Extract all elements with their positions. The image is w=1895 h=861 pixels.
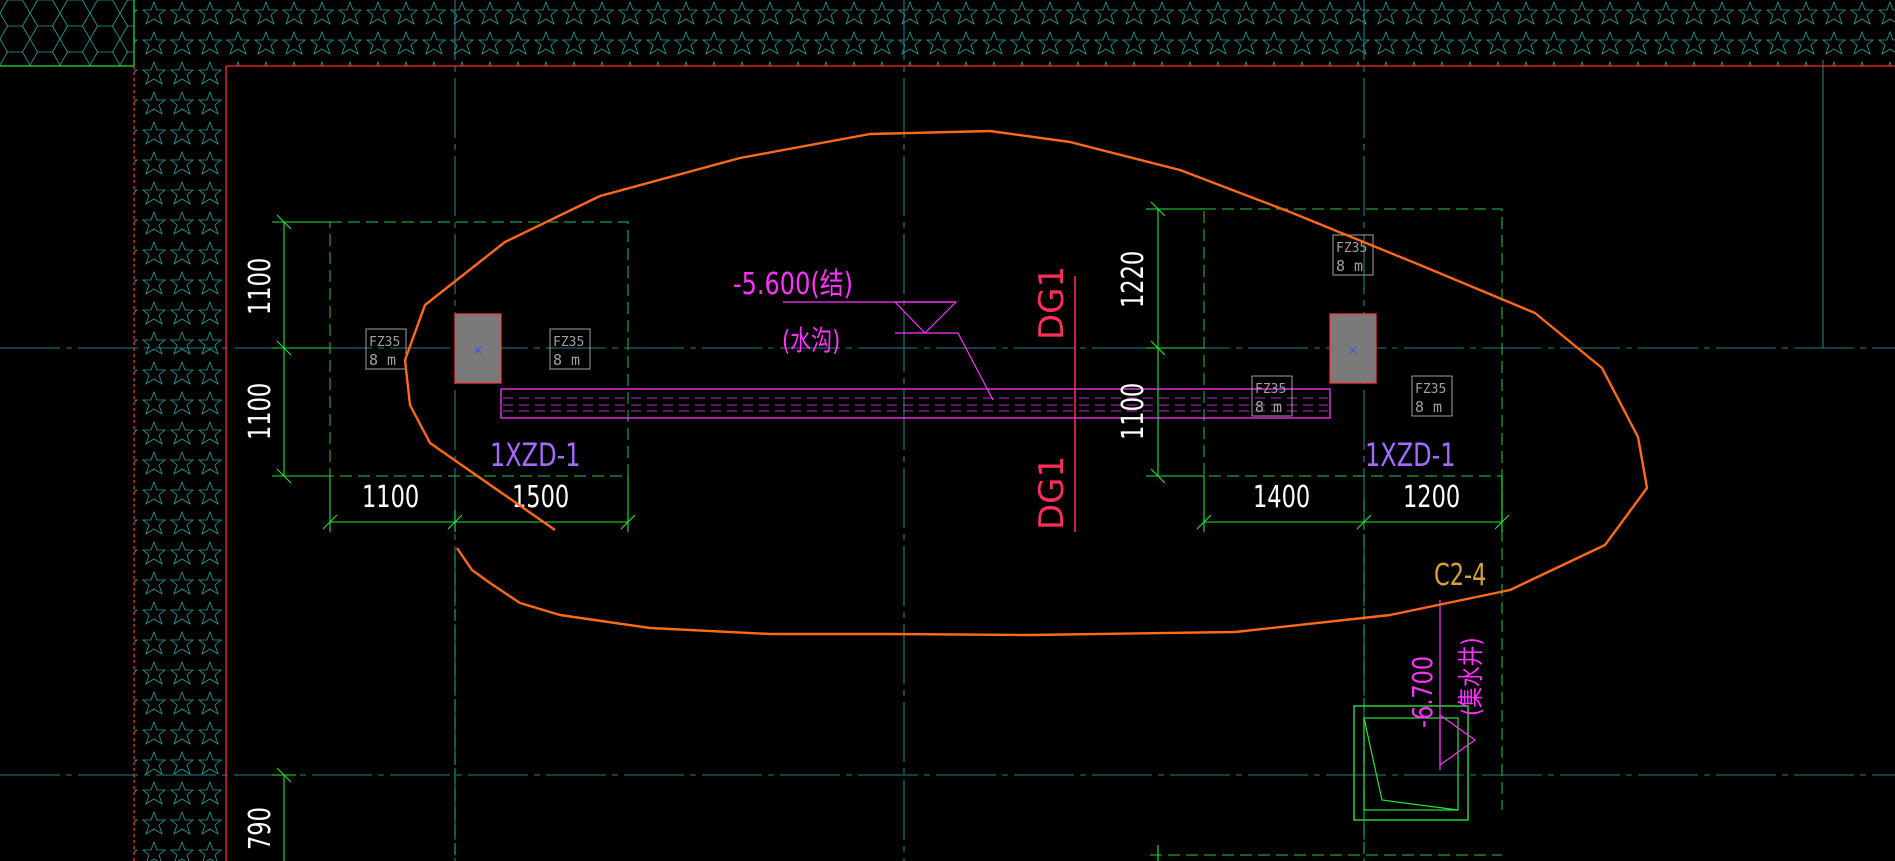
right-dim-top: 1220 <box>1116 251 1151 308</box>
right-dim-left: 1400 <box>1253 480 1310 515</box>
sump-inner <box>1363 717 1459 811</box>
tag-main: FZ35 <box>553 335 584 350</box>
left-dim-bottom: 1100 <box>243 383 278 440</box>
tag-main: FZ35 <box>1336 241 1367 256</box>
lower-dimension <box>272 767 1159 861</box>
lower-outlines <box>454 476 1503 861</box>
sump-slope <box>1363 717 1459 811</box>
tag-sub: 8 m <box>1336 257 1363 275</box>
left-dim-right: 1500 <box>512 480 569 515</box>
left-dimensions <box>272 214 636 532</box>
tag-sub: 8 m <box>1415 398 1442 416</box>
right-dim-bottom: 1100 <box>1116 383 1151 440</box>
tag-sub: 8 m <box>553 351 580 369</box>
star-hatch-left <box>134 66 226 861</box>
cad-drawing-canvas[interactable]: × × -5.600(结) (水沟) DG1 DG1 1100 1100 110… <box>0 0 1895 861</box>
trench-body[interactable] <box>500 388 1331 419</box>
left-dim-left: 1100 <box>362 480 419 515</box>
tag-fz35[interactable]: FZ35 8 m <box>1411 375 1453 417</box>
tag-fz35[interactable]: FZ35 8 m <box>365 328 407 370</box>
tag-main: FZ35 <box>1255 382 1286 397</box>
hex-hatch-corner <box>0 0 134 66</box>
tag-sub: 8 m <box>1255 398 1282 416</box>
sump-label: (集水井) <box>1456 637 1487 716</box>
elevation-marker[interactable]: -5.600(结) (水沟) <box>733 267 994 401</box>
trench-label: (水沟) <box>782 324 840 357</box>
tag-fz35[interactable]: FZ35 8 m <box>1251 375 1293 417</box>
right-column-center-mark: × <box>1348 343 1358 357</box>
elevation-label: -5.600(结) <box>733 267 853 301</box>
tag-fz35[interactable]: FZ35 8 m <box>549 328 591 370</box>
tag-sub: 8 m <box>369 351 396 369</box>
elevation-leader <box>957 332 994 401</box>
pit-label: C2-4 <box>1434 558 1486 593</box>
sump-pit[interactable]: -6.700 (集水井) C2-4 <box>1353 558 1487 821</box>
star-hatch-top <box>134 0 1895 66</box>
beam-label-top: DG1 <box>1032 266 1072 340</box>
beam-section-mark[interactable]: DG1 DG1 <box>1032 266 1076 532</box>
left-column-center-mark: × <box>473 343 483 357</box>
tag-fz35[interactable]: FZ35 8 m <box>1332 234 1374 276</box>
right-footing-label: 1XZD-1 <box>1365 437 1456 474</box>
beam-label-bottom: DG1 <box>1032 456 1072 530</box>
left-footing-label: 1XZD-1 <box>490 437 581 474</box>
tag-main: FZ35 <box>1415 382 1446 397</box>
left-dim-top: 1100 <box>243 258 278 315</box>
wall-lines <box>133 65 1895 861</box>
drain-trench[interactable] <box>500 388 1331 419</box>
tag-main: FZ35 <box>369 335 400 350</box>
sump-elevation: -6.700 <box>1405 656 1438 728</box>
right-dim-right: 1200 <box>1403 480 1460 515</box>
lower-dim-label: 790 <box>243 807 278 850</box>
